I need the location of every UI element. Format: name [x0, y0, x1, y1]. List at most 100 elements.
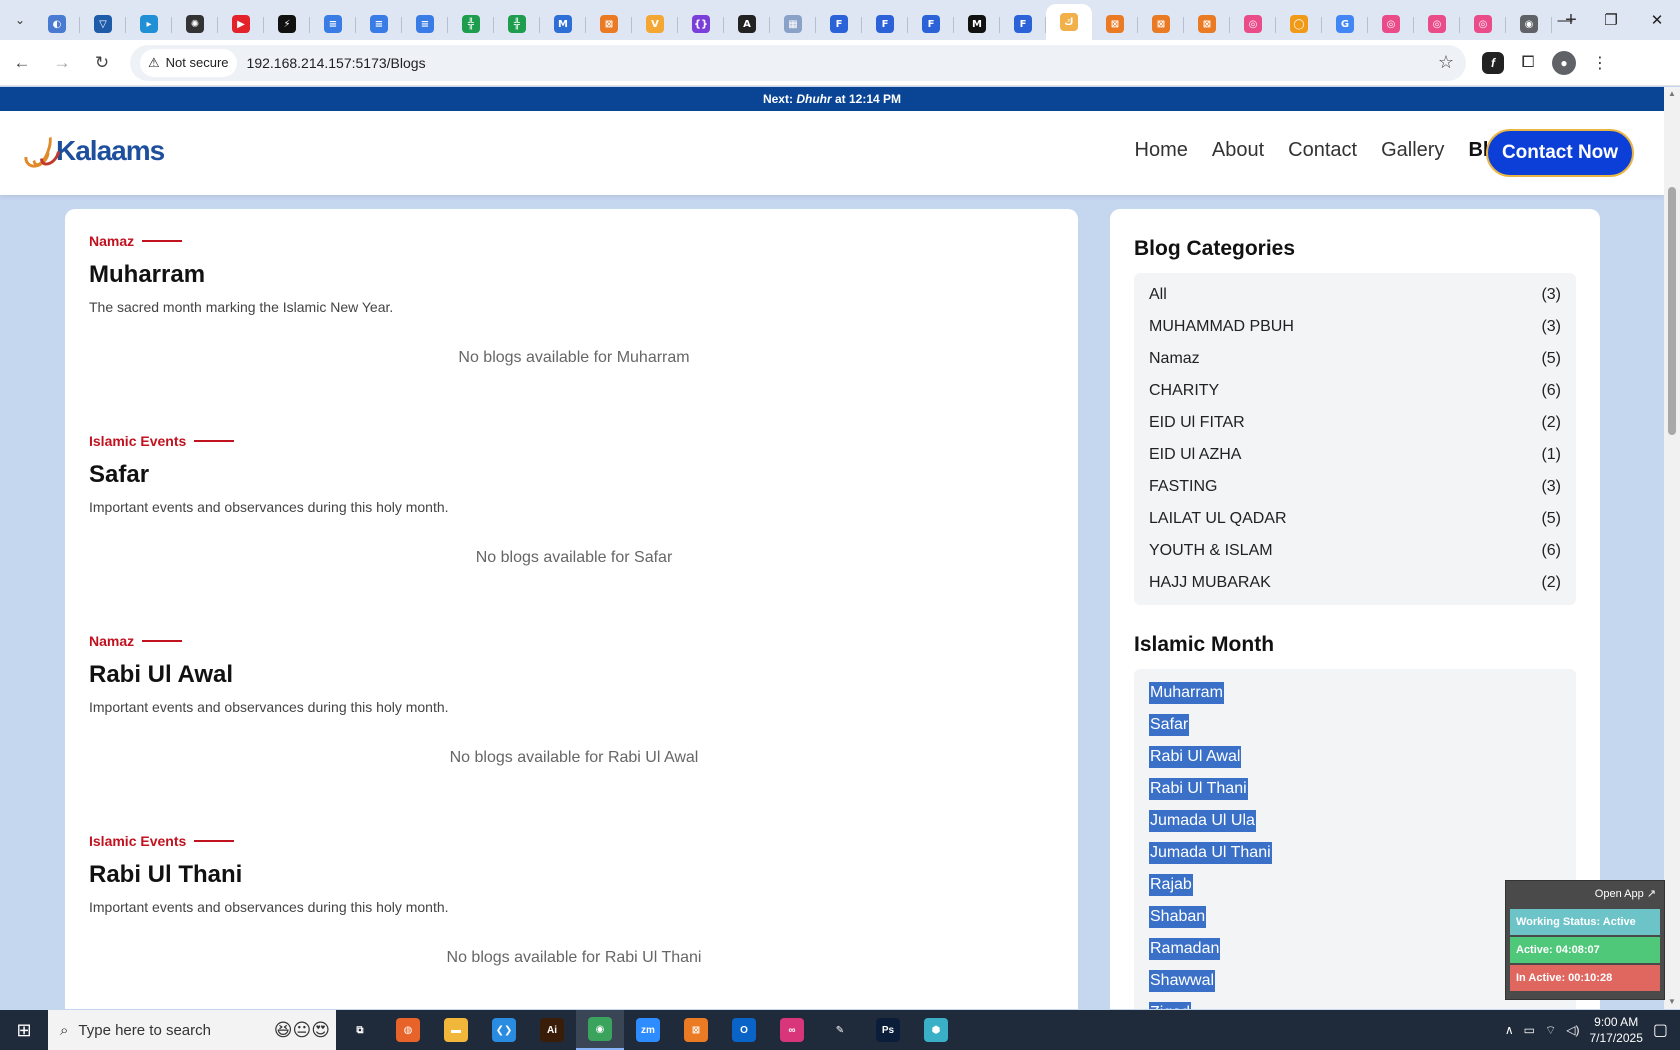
taskbar-app[interactable]: ✎: [816, 1010, 864, 1050]
category-item[interactable]: MUHAMMAD PBUH (3): [1134, 311, 1576, 343]
category-item[interactable]: CHARITY (6): [1134, 375, 1576, 407]
browser-tab[interactable]: ╬: [448, 8, 494, 40]
category-item[interactable]: LAILAT UL QADAR (5): [1134, 503, 1576, 535]
extensions-puzzle-icon[interactable]: ⧠: [1512, 47, 1544, 79]
browser-tab[interactable]: ◯: [1276, 8, 1322, 40]
browser-tab[interactable]: ⊠: [1184, 8, 1230, 40]
browser-tab[interactable]: ≡: [310, 8, 356, 40]
month-tag[interactable]: Islamic Events: [89, 433, 1059, 449]
month-tag[interactable]: Islamic Events: [89, 833, 1059, 849]
taskbar-app[interactable]: ◉: [576, 1010, 624, 1050]
windows-start-icon[interactable]: ⊞: [0, 1010, 48, 1050]
islamic-month-item[interactable]: Jumada Ul Ula: [1134, 805, 1576, 837]
close-icon[interactable]: ✕: [1634, 0, 1680, 40]
open-app-link[interactable]: Open App ↗: [1506, 881, 1664, 907]
notifications-icon[interactable]: ▢: [1653, 1020, 1668, 1040]
clock[interactable]: 9:00 AM 7/17/2025: [1589, 1014, 1642, 1046]
category-item[interactable]: FASTING (3): [1134, 471, 1576, 503]
islamic-month-item[interactable]: Muharram: [1134, 677, 1576, 709]
islamic-month-item[interactable]: Rabi Ul Thani: [1134, 773, 1576, 805]
browser-tab[interactable]: ⊠: [1138, 8, 1184, 40]
profile-avatar[interactable]: ●: [1552, 50, 1576, 75]
browser-tab[interactable]: ╬: [494, 8, 540, 40]
browser-tab[interactable]: ▶: [218, 8, 264, 40]
contact-now-button[interactable]: Contact Now: [1486, 129, 1634, 177]
browser-tab[interactable]: ⊠: [1092, 8, 1138, 40]
category-item[interactable]: EID Ul FITAR (2): [1134, 407, 1576, 439]
nav-link-gallery[interactable]: Gallery: [1381, 139, 1444, 162]
browser-tab[interactable]: G: [1322, 8, 1368, 40]
browser-tab[interactable]: ▸: [126, 8, 172, 40]
category-item[interactable]: HAJJ MUBARAK (2): [1134, 567, 1576, 599]
taskbar-app[interactable]: ⧉: [336, 1010, 384, 1050]
taskbar-app[interactable]: ⬢: [912, 1010, 960, 1050]
taskbar-app[interactable]: ◍: [384, 1010, 432, 1050]
bookmark-star-icon[interactable]: ☆: [1438, 52, 1454, 73]
category-item[interactable]: Namaz (5): [1134, 343, 1576, 375]
taskbar-app[interactable]: zm: [624, 1010, 672, 1050]
browser-tab[interactable]: ◎: [1414, 8, 1460, 40]
wifi-icon[interactable]: ⌔: [1545, 1023, 1556, 1038]
restore-icon[interactable]: ❐: [1588, 0, 1634, 40]
islamic-month-item[interactable]: Safar: [1134, 709, 1576, 741]
minimize-icon[interactable]: —: [1542, 0, 1588, 40]
nav-link-home[interactable]: Home: [1135, 139, 1188, 162]
browser-tab[interactable]: ◎: [1230, 8, 1276, 40]
browser-tab[interactable]: ⚡: [264, 8, 310, 40]
tab-search-chevron-icon[interactable]: ⌄: [6, 6, 34, 34]
forward-icon[interactable]: →: [44, 45, 80, 81]
browser-tab[interactable]: F: [1000, 8, 1046, 40]
browser-tab[interactable]: V: [632, 8, 678, 40]
site-logo[interactable]: Kalaams: [19, 129, 165, 173]
browser-tab[interactable]: ◎: [1460, 8, 1506, 40]
month-tag[interactable]: Namaz: [89, 233, 1059, 249]
scroll-thumb[interactable]: [1668, 187, 1676, 435]
browser-tab[interactable]: ≡: [402, 8, 448, 40]
scroll-up-icon[interactable]: ▲: [1664, 87, 1680, 101]
browser-tab[interactable]: ◎: [1368, 8, 1414, 40]
browser-tab[interactable]: ﻙ: [1046, 4, 1092, 40]
browser-tab[interactable]: ⊠: [586, 8, 632, 40]
browser-tab[interactable]: M: [540, 8, 586, 40]
back-icon[interactable]: ←: [4, 45, 40, 81]
browser-tab[interactable]: A: [724, 8, 770, 40]
month-tag[interactable]: Namaz: [89, 633, 1059, 649]
network-icon[interactable]: ▭: [1524, 1023, 1535, 1037]
menu-dots-icon[interactable]: ⋮: [1584, 47, 1616, 79]
islamic-month-item[interactable]: Rabi Ul Awal: [1134, 741, 1576, 773]
browser-tab[interactable]: M: [954, 8, 1000, 40]
category-item[interactable]: All (3): [1134, 279, 1576, 311]
browser-tab[interactable]: F: [862, 8, 908, 40]
browser-tab[interactable]: ✺: [172, 8, 218, 40]
page-scrollbar[interactable]: ▲ ▼: [1664, 87, 1680, 1009]
browser-tab[interactable]: ▦: [770, 8, 816, 40]
taskbar-app[interactable]: Ai: [528, 1010, 576, 1050]
taskbar-app[interactable]: ⊠: [672, 1010, 720, 1050]
islamic-month-label: Rabi Ul Thani: [1149, 778, 1248, 800]
category-item[interactable]: YOUTH & ISLAM (6): [1134, 535, 1576, 567]
taskbar-app[interactable]: ❮❯: [480, 1010, 528, 1050]
browser-tab[interactable]: F: [908, 8, 954, 40]
browser-tab[interactable]: {}: [678, 8, 724, 40]
taskbar-app[interactable]: ▬: [432, 1010, 480, 1050]
tray-chevron-icon[interactable]: ∧: [1505, 1023, 1514, 1037]
volume-icon[interactable]: ◁): [1566, 1023, 1579, 1037]
browser-tab[interactable]: ≡: [356, 8, 402, 40]
address-bar[interactable]: ⚠ Not secure 192.168.214.157:5173/Blogs …: [130, 44, 1466, 81]
nav-link-contact[interactable]: Contact: [1288, 139, 1357, 162]
taskbar-app[interactable]: Ps: [864, 1010, 912, 1050]
category-item[interactable]: EID Ul AZHA (1): [1134, 439, 1576, 471]
browser-tab[interactable]: F: [816, 8, 862, 40]
taskbar-app[interactable]: O: [720, 1010, 768, 1050]
taskbar-search[interactable]: ⌕ Type here to search 😆😐😍: [48, 1010, 336, 1050]
browser-tab[interactable]: ▽: [80, 8, 126, 40]
reload-icon[interactable]: ↻: [84, 45, 120, 81]
extension-f-icon[interactable]: f: [1482, 51, 1504, 74]
url-text[interactable]: 192.168.214.157:5173/Blogs: [247, 55, 426, 71]
browser-tab[interactable]: ◐: [34, 8, 80, 40]
taskbar-app[interactable]: ∞: [768, 1010, 816, 1050]
scroll-down-icon[interactable]: ▼: [1664, 995, 1680, 1009]
security-chip[interactable]: ⚠ Not secure: [140, 48, 237, 77]
nav-link-about[interactable]: About: [1212, 139, 1264, 162]
islamic-month-item[interactable]: Jumada Ul Thani: [1134, 837, 1576, 869]
